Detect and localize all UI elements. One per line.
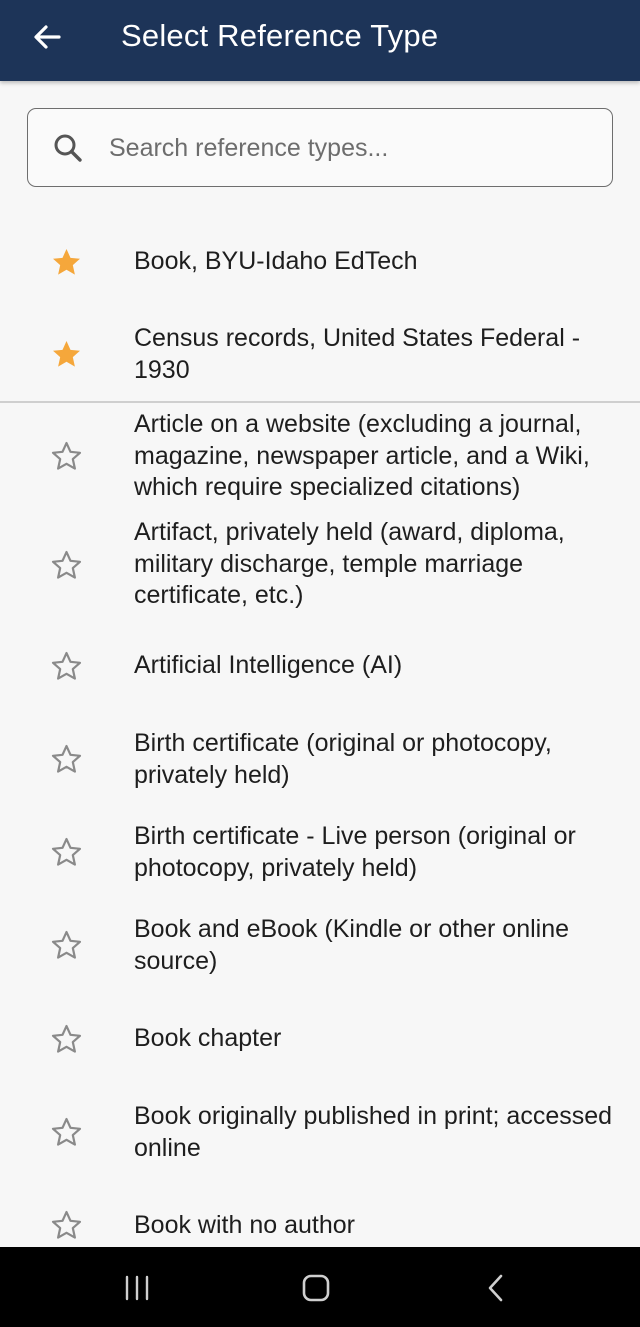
- star-filled-icon[interactable]: [50, 246, 83, 279]
- star-outline-icon[interactable]: [50, 650, 83, 683]
- list-item[interactable]: Book, BYU-Idaho EdTech: [0, 222, 640, 302]
- item-label: Book originally published in print; acce…: [134, 1102, 613, 1162]
- list-item[interactable]: Birth certificate (original or photocopy…: [0, 726, 640, 806]
- item-label: Artificial Intelligence (AI): [134, 651, 403, 679]
- item-label: Artifact, privately held (award, diploma…: [134, 518, 565, 609]
- list-item[interactable]: Book with no author: [0, 1192, 640, 1247]
- search-box[interactable]: [27, 108, 613, 187]
- nav-back-button[interactable]: [466, 1265, 526, 1311]
- star-outline-icon[interactable]: [50, 440, 83, 473]
- item-label: Book and eBook (Kindle or other online s…: [134, 915, 570, 975]
- item-label: Birth certificate (original or photocopy…: [134, 729, 552, 789]
- item-label: Book, BYU-Idaho EdTech: [134, 247, 418, 275]
- arrow-left-icon: [34, 25, 61, 49]
- home-icon: [302, 1274, 330, 1302]
- item-label: Book chapter: [134, 1024, 282, 1052]
- list-item[interactable]: Book and eBook (Kindle or other online s…: [0, 912, 640, 992]
- star-outline-icon[interactable]: [50, 549, 83, 582]
- divider: [0, 401, 640, 403]
- back-button[interactable]: [22, 12, 72, 62]
- back-chevron-icon: [488, 1274, 503, 1302]
- page-title: Select Reference Type: [121, 18, 439, 53]
- home-button[interactable]: [286, 1265, 346, 1311]
- app-bar: Select Reference Type: [0, 0, 640, 81]
- system-nav-bar: [0, 1247, 640, 1327]
- list-item[interactable]: Artificial Intelligence (AI): [0, 628, 640, 708]
- item-label: Census records, United States Federal - …: [134, 324, 581, 384]
- search-input[interactable]: [107, 121, 587, 175]
- recents-button[interactable]: [107, 1265, 167, 1311]
- search-icon: [54, 134, 82, 162]
- star-outline-icon[interactable]: [50, 929, 83, 962]
- item-label: Article on a website (excluding a journa…: [134, 410, 590, 501]
- star-outline-icon[interactable]: [50, 743, 83, 776]
- list-item[interactable]: Book chapter: [0, 1003, 640, 1078]
- list-item[interactable]: Census records, United States Federal - …: [0, 320, 640, 400]
- star-outline-icon[interactable]: [50, 1023, 83, 1056]
- item-label: Birth certificate - Live person (origina…: [134, 822, 576, 882]
- star-filled-icon[interactable]: [50, 338, 83, 371]
- item-label: Book with no author: [134, 1211, 355, 1239]
- star-outline-icon[interactable]: [50, 1209, 83, 1242]
- list-item[interactable]: Birth certificate - Live person (origina…: [0, 819, 640, 899]
- star-outline-icon[interactable]: [50, 836, 83, 869]
- list-item[interactable]: Article on a website (excluding a journa…: [0, 406, 640, 506]
- star-outline-icon[interactable]: [50, 1116, 83, 1149]
- recents-icon: [125, 1275, 149, 1301]
- list-item[interactable]: Book originally published in print; acce…: [0, 1099, 640, 1179]
- list-item[interactable]: Artifact, privately held (award, diploma…: [0, 515, 640, 615]
